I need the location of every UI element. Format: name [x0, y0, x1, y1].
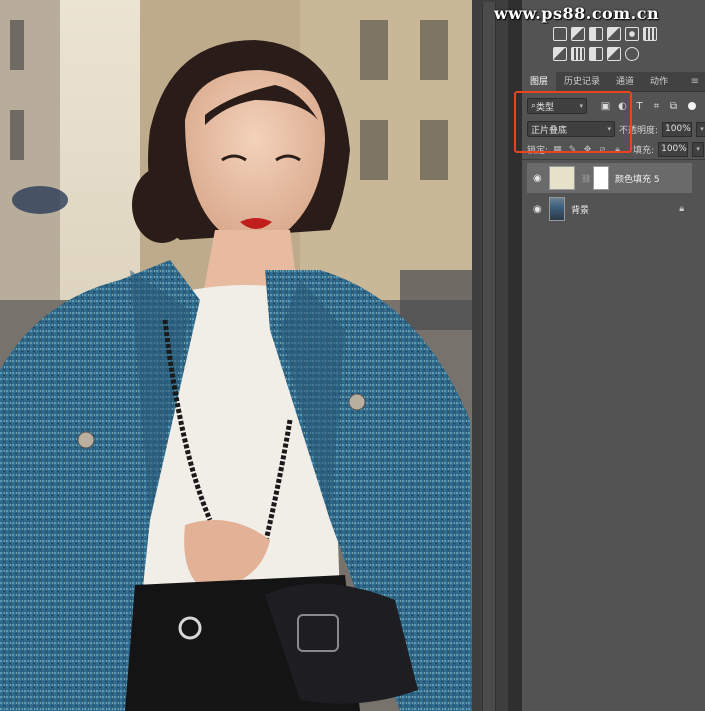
- photo-filter-icon[interactable]: [625, 27, 639, 41]
- color-lookup-icon[interactable]: [643, 27, 657, 41]
- portrait-photo: [0, 0, 472, 711]
- smart-object-filter-icon[interactable]: ⧉: [667, 100, 680, 113]
- filter-toggle-icon[interactable]: [688, 102, 696, 110]
- tab-history[interactable]: 历史记录: [556, 72, 608, 92]
- panel-tabs: 图层 历史记录 通道 动作 ≡: [522, 71, 705, 92]
- opacity-chevron-icon[interactable]: ▾: [696, 121, 705, 137]
- adjustments-row-2: [553, 47, 639, 61]
- eye-icon[interactable]: ◉: [533, 173, 543, 184]
- annotation-highlight-box: [514, 91, 632, 153]
- eye-icon[interactable]: ◉: [533, 204, 543, 215]
- lock-icon: 🔒︎: [679, 204, 684, 214]
- background-thumbnail[interactable]: [549, 197, 565, 221]
- fill-chevron-icon[interactable]: ▾: [692, 142, 705, 157]
- opacity-input[interactable]: 100%: [662, 121, 693, 137]
- gradient-map-icon[interactable]: [625, 47, 639, 61]
- curves-icon[interactable]: [571, 27, 585, 41]
- tab-actions[interactable]: 动作: [642, 72, 676, 92]
- tab-layers[interactable]: 图层: [522, 71, 557, 92]
- layers-list: ◉ ⛓︎ 颜色填充 5 ◉ 背景 🔒︎: [522, 159, 705, 711]
- adjustments-row-1: [553, 27, 657, 41]
- watermark-text: www.ps88.com.cn: [494, 4, 660, 23]
- layer-name[interactable]: 颜色填充 5: [615, 172, 660, 185]
- selective-color-icon[interactable]: [607, 47, 621, 61]
- layer-row-color-fill[interactable]: ◉ ⛓︎ 颜色填充 5: [527, 163, 692, 193]
- type-filter-icon[interactable]: T: [633, 100, 646, 113]
- fill-label: 填充:: [633, 146, 655, 156]
- layer-name[interactable]: 背景: [571, 203, 589, 216]
- layer-mask-thumbnail[interactable]: [593, 166, 609, 190]
- color-fill-thumbnail[interactable]: [549, 166, 575, 190]
- link-icon[interactable]: ⛓︎: [581, 174, 591, 183]
- fill-input[interactable]: 100%: [658, 142, 689, 157]
- tab-channels[interactable]: 通道: [608, 72, 642, 92]
- threshold-icon[interactable]: [589, 47, 603, 61]
- layer-row-background[interactable]: ◉ 背景 🔒︎: [527, 194, 692, 224]
- shape-filter-icon[interactable]: ⌗: [650, 100, 663, 113]
- invert-icon[interactable]: [553, 47, 567, 61]
- exposure-icon[interactable]: [589, 27, 603, 41]
- canvas-scrollbar[interactable]: [472, 0, 508, 711]
- posterize-icon[interactable]: [571, 47, 585, 61]
- scrollbar-thumb[interactable]: [482, 2, 496, 711]
- document-canvas[interactable]: [0, 0, 472, 711]
- vibrance-icon[interactable]: [607, 27, 621, 41]
- levels-icon[interactable]: [553, 27, 567, 41]
- panel-menu-icon[interactable]: ≡: [691, 76, 699, 87]
